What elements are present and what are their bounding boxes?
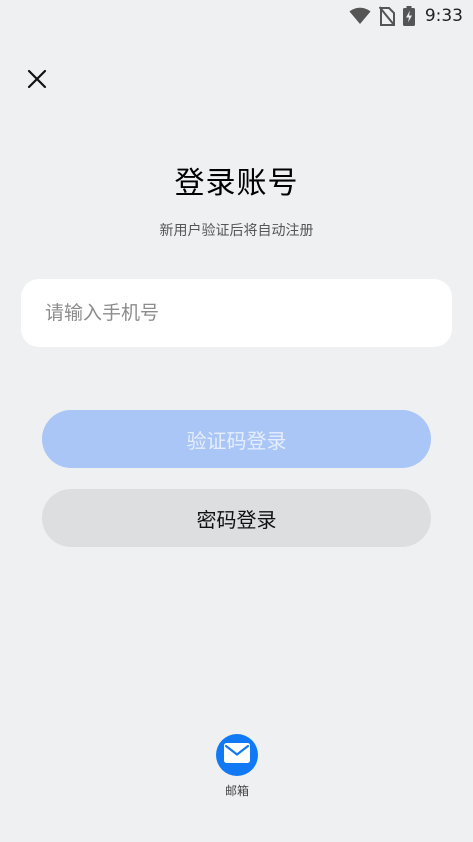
password-login-label: 密码登录 (196, 507, 277, 532)
page-subtitle: 新用户验证后将自动注册 (159, 223, 314, 239)
close-icon (27, 69, 47, 93)
wifi-icon (349, 7, 371, 25)
email-icon-circle[interactable] (216, 734, 258, 776)
no-sim-icon (378, 6, 395, 26)
mail-icon (224, 743, 250, 767)
close-button[interactable] (18, 62, 56, 100)
phone-number-input[interactable] (43, 301, 430, 325)
email-login-button[interactable]: 邮箱 (206, 734, 268, 799)
status-bar: 9:33 (0, 0, 473, 34)
page-title: 登录账号 (174, 166, 299, 201)
code-login-label: 验证码登录 (186, 428, 287, 453)
status-icons: 9:33 (349, 5, 463, 27)
status-time: 9:33 (424, 6, 463, 26)
email-label: 邮箱 (224, 784, 249, 798)
battery-charging-icon (402, 6, 415, 26)
phone-field[interactable] (21, 279, 452, 347)
code-login-button[interactable]: 验证码登录 (42, 410, 431, 468)
password-login-button[interactable]: 密码登录 (42, 489, 431, 547)
